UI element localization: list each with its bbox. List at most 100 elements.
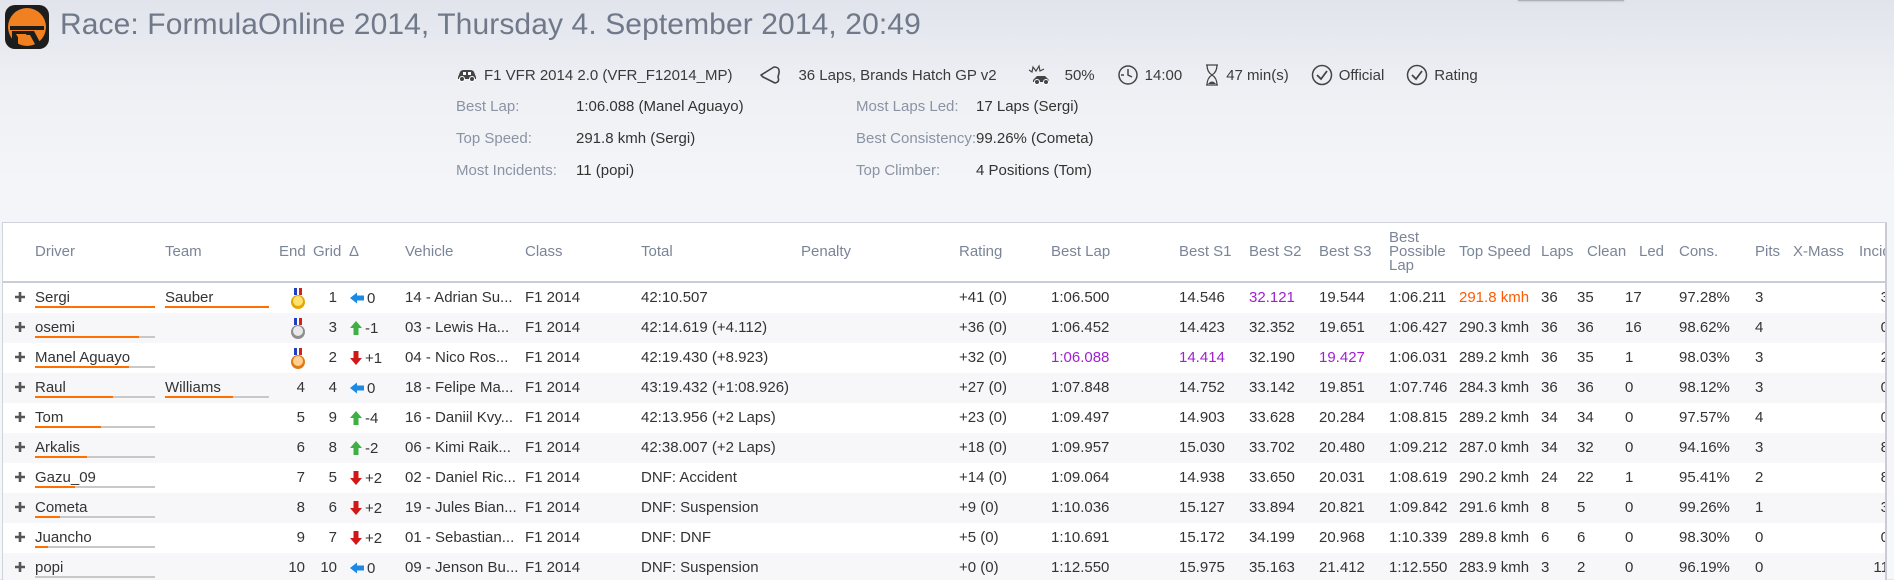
driver-name-link[interactable]: Manel Aguayo xyxy=(35,343,130,373)
driver-name-link[interactable]: Arkalis xyxy=(35,433,80,463)
class-cell: F1 2014 xyxy=(525,409,581,426)
consistency-cell: 99.26% xyxy=(1679,499,1730,516)
expand-row-button[interactable] xyxy=(14,321,28,335)
table-row[interactable]: popi 10 10 0 09 - Jenson Bu... F1 2014 DNF: Su… xyxy=(3,553,1885,580)
best-s1-cell: 15.030 xyxy=(1179,439,1225,456)
team-name-link[interactable]: Sauber xyxy=(165,283,213,313)
driver-progress-bar xyxy=(35,546,155,548)
team-name-link[interactable]: Williams xyxy=(165,373,221,403)
rating-cell: +27 (0) xyxy=(959,379,1007,396)
grid-cell: 6 xyxy=(328,499,337,516)
driver-name-link[interactable]: Tom xyxy=(35,403,63,433)
plus-icon xyxy=(15,562,25,572)
expand-row-button[interactable] xyxy=(14,471,28,485)
vehicle-cell: 01 - Sebastian... xyxy=(405,529,515,546)
class-cell: F1 2014 xyxy=(525,559,581,576)
column-header-incidents[interactable]: Incid xyxy=(1859,223,1885,281)
column-header-rating[interactable]: Rating xyxy=(959,223,1002,281)
grid-cell: 7 xyxy=(328,529,337,546)
class-cell: F1 2014 xyxy=(525,379,581,396)
pits-cell: 1 xyxy=(1755,499,1764,516)
table-row[interactable]: Gazu_09 7 5 +2 02 - Daniel Ric... F1 2014 DNF:… xyxy=(3,463,1885,493)
table-row[interactable]: osemi 3 -1 03 - Lewis Ha... F1 2014 42:14.619… xyxy=(3,313,1885,343)
position-change: 0 xyxy=(349,553,375,580)
expand-row-button[interactable] xyxy=(14,381,28,395)
driver-name-link[interactable]: Cometa xyxy=(35,493,88,523)
position-change: +2 xyxy=(349,523,382,553)
consistency-cell: 96.19% xyxy=(1679,559,1730,576)
expand-row-button[interactable] xyxy=(14,411,28,425)
top-speed-cell: 289.2 kmh xyxy=(1459,349,1530,366)
column-header-grid[interactable]: Grid xyxy=(313,223,341,281)
column-header-consistency[interactable]: Cons. xyxy=(1679,223,1718,281)
column-header-pits[interactable]: Pits xyxy=(1755,223,1780,281)
column-header-penalty[interactable]: Penalty xyxy=(801,223,851,281)
driver-name-link[interactable]: Juancho xyxy=(35,523,92,553)
car-icon xyxy=(458,70,476,82)
column-header-best-s1[interactable]: Best S1 xyxy=(1179,223,1232,281)
best-s1-cell: 14.546 xyxy=(1179,289,1225,306)
column-header-laps[interactable]: Laps xyxy=(1541,223,1574,281)
table-row[interactable]: Arkalis 6 8 -2 06 - Kimi Raik... F1 2014 42:38… xyxy=(3,433,1885,463)
best-possible-lap-cell: 1:12.550 xyxy=(1389,559,1448,576)
column-header-delta[interactable]: Δ xyxy=(349,223,359,281)
column-header-best-possible-lap[interactable]: Best Possible Lap xyxy=(1389,223,1449,281)
table-row[interactable]: Juancho 9 7 +2 01 - Sebastian... F1 2014 DNF: … xyxy=(3,523,1885,553)
table-row[interactable]: Manel Aguayo 2 +1 04 - Nico Ros... F1 2014 42… xyxy=(3,343,1885,373)
column-header-x-mass[interactable]: X-Mass xyxy=(1793,223,1844,281)
table-row[interactable]: Cometa 8 6 +2 19 - Jules Bian... F1 2014 DNF: … xyxy=(3,493,1885,523)
column-header-total[interactable]: Total xyxy=(641,223,673,281)
driver-name-link[interactable]: Raul xyxy=(35,373,66,403)
column-header-clean[interactable]: Clean xyxy=(1587,223,1626,281)
penalty-cell xyxy=(801,373,957,403)
best-lap-cell: 1:06.500 xyxy=(1051,289,1110,306)
top-speed-cell: 291.6 kmh xyxy=(1459,499,1530,516)
class-cell: F1 2014 xyxy=(525,439,581,456)
best-lap-cell: 1:12.550 xyxy=(1051,559,1110,576)
column-header-led[interactable]: Led xyxy=(1639,223,1664,281)
expand-row-button[interactable] xyxy=(14,351,28,365)
position-change-value: +2 xyxy=(365,499,383,517)
column-header-top-speed[interactable]: Top Speed xyxy=(1459,223,1531,281)
driver-name-link[interactable]: osemi xyxy=(35,313,75,343)
table-row[interactable]: Sergi Sauber 1 0 14 - Adrian Su... F1 2014 42:… xyxy=(3,283,1885,313)
expand-row-button[interactable] xyxy=(14,531,28,545)
track-icon xyxy=(760,66,781,84)
column-header-driver[interactable]: Driver xyxy=(35,223,75,281)
team-cell xyxy=(165,313,269,343)
column-header-team[interactable]: Team xyxy=(165,223,202,281)
info-rating-text: Rating xyxy=(1434,66,1478,84)
pits-cell: 3 xyxy=(1755,349,1764,366)
column-header-end[interactable]: End xyxy=(279,223,306,281)
info-duration-text: 47 min(s) xyxy=(1226,66,1289,84)
column-header-best-lap[interactable]: Best Lap xyxy=(1051,223,1110,281)
expand-row-button[interactable] xyxy=(14,501,28,515)
table-row[interactable]: Raul Williams 4 4 0 18 - Felipe Ma... F1 2014 4… xyxy=(3,373,1885,403)
driver-name-link[interactable]: Sergi xyxy=(35,283,70,313)
rating-cell: +18 (0) xyxy=(959,439,1007,456)
pits-cell: 3 xyxy=(1755,379,1764,396)
expand-row-button[interactable] xyxy=(14,291,28,305)
arrow-down-icon xyxy=(350,351,362,365)
best-lap-cell: 1:06.452 xyxy=(1051,319,1110,336)
total-cell: 42:19.430 (+8.923) xyxy=(641,349,769,366)
best-s2-cell: 33.702 xyxy=(1249,439,1295,456)
column-header-class[interactable]: Class xyxy=(525,223,563,281)
best-possible-lap-cell: 1:08.619 xyxy=(1389,469,1448,486)
vehicle-cell: 06 - Kimi Raik... xyxy=(405,439,511,456)
driver-progress-fill xyxy=(35,516,61,518)
column-header-best-s3[interactable]: Best S3 xyxy=(1319,223,1372,281)
expand-row-button[interactable] xyxy=(14,441,28,455)
best-s2-cell: 33.650 xyxy=(1249,469,1295,486)
expand-row-button[interactable] xyxy=(14,561,28,575)
grid-cell: 1 xyxy=(328,289,337,306)
best-s2-cell: 32.121 xyxy=(1249,289,1295,306)
best-s2-cell: 34.199 xyxy=(1249,529,1295,546)
table-row[interactable]: Tom 5 9 -4 16 - Daniil Kvy... F1 2014 42:13.95… xyxy=(3,403,1885,433)
info-track-text: 36 Laps, Brands Hatch GP v2 xyxy=(798,66,997,84)
info-vehicle: F1 VFR 2014 2.0 (VFR_F12014_MP) xyxy=(456,67,732,84)
column-header-vehicle[interactable]: Vehicle xyxy=(405,223,453,281)
column-header-best-s2[interactable]: Best S2 xyxy=(1249,223,1302,281)
driver-name-link[interactable]: Gazu_09 xyxy=(35,463,96,493)
best-lap-cell: 1:09.064 xyxy=(1051,469,1110,486)
